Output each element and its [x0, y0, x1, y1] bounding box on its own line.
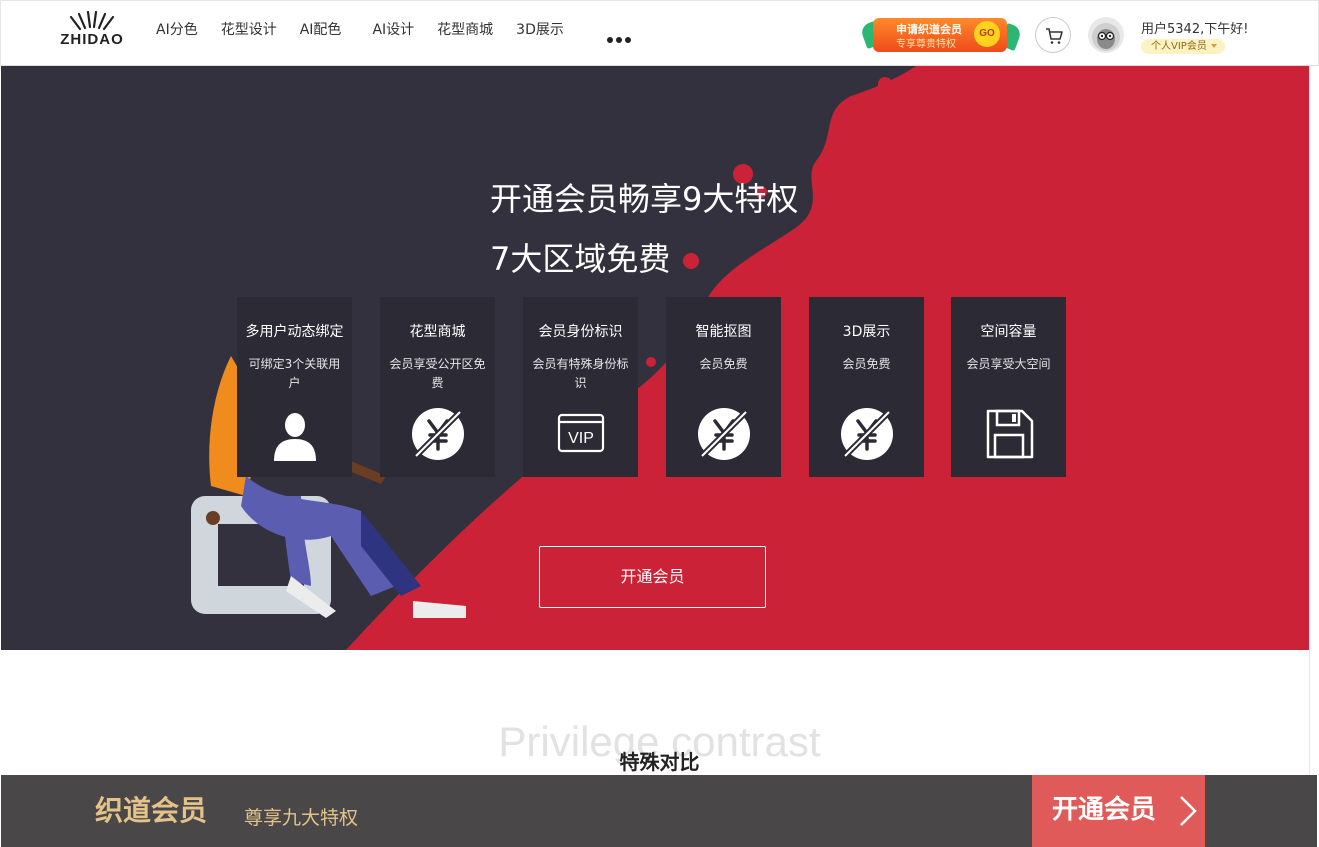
nav-3d-display[interactable]: 3D展示: [516, 19, 564, 41]
open-membership-sticky-button[interactable]: 开通会员: [1032, 775, 1205, 847]
privilege-card-smart-cutout: 智能抠图 会员免费: [666, 297, 781, 477]
card-desc: 会员享受大空间: [966, 357, 1051, 371]
caret-down-icon: [1210, 44, 1217, 48]
promo-subtitle: 专享尊贵特权: [896, 39, 956, 50]
privilege-card-member-badge: 会员身份标识 会员有特殊身份标识 VIP: [523, 297, 638, 477]
membership-sticky-bar: 织道会员 尊享九大特权 开通会员: [1, 775, 1317, 847]
page-edge: [1309, 66, 1319, 775]
cart-button[interactable]: [1035, 17, 1071, 53]
card-desc: 会员免费: [842, 357, 891, 371]
storage-icon: [986, 409, 1034, 459]
card-title: 3D展示: [842, 324, 891, 340]
nav-pattern-mall[interactable]: 花型商城: [437, 19, 493, 41]
user-icon: [274, 413, 316, 461]
logo-mark-icon: [69, 11, 115, 31]
vip-level-dropdown[interactable]: 个人VIP会员: [1141, 39, 1225, 54]
chevron-right-icon: [1180, 796, 1197, 826]
privilege-card-multi-user: 多用户动态绑定 可绑定3个关联用户: [237, 297, 352, 477]
card-title: 花型商城: [409, 324, 466, 340]
avatar[interactable]: [1088, 17, 1124, 53]
more-icon[interactable]: [607, 28, 635, 43]
membership-hero: 开通会员畅享9大特权 7大区域免费 多用户动态绑定 可绑定3个关联用户 花型商城…: [1, 66, 1309, 650]
card-title: 多用户动态绑定: [245, 324, 344, 340]
go-badge: GO: [974, 21, 1000, 47]
nav-ai-color-matching[interactable]: AI配色: [300, 19, 342, 41]
free-yuan-icon: [412, 408, 464, 460]
nav-ai-color-separation[interactable]: AI分色: [156, 19, 198, 41]
privilege-card-3d-display: 3D展示 会员免费: [809, 297, 924, 477]
vip-icon: VIP: [557, 413, 605, 453]
top-navbar: ZHIDAO AI分色 花型设计 AI配色 AI设计 花型商城 3D展示 申请织…: [0, 0, 1319, 66]
sticky-button-label: 开通会员: [1052, 795, 1157, 825]
hero-subtitle: 7大区域免费: [490, 240, 671, 278]
card-desc: 会员享受公开区免费: [389, 357, 486, 390]
card-desc: 可绑定3个关联用户: [248, 357, 341, 390]
hero-title: 开通会员畅享9大特权: [490, 180, 799, 218]
card-desc: 会员有特殊身份标识: [532, 357, 629, 390]
vip-level-label: 个人VIP会员: [1151, 41, 1207, 52]
main-nav: AI分色 花型设计 AI配色 AI设计 花型商城 3D展示: [156, 19, 587, 41]
section-title-cn: 特殊对比: [619, 750, 700, 774]
open-membership-button[interactable]: 开通会员: [539, 546, 766, 608]
nav-pattern-design[interactable]: 花型设计: [221, 19, 277, 41]
nav-ai-design[interactable]: AI设计: [372, 19, 414, 41]
user-greeting: 用户5342,下午好!: [1141, 22, 1249, 37]
cart-icon: [1046, 28, 1063, 44]
membership-tagline: 尊享九大特权: [244, 807, 359, 829]
svg-text:VIP: VIP: [568, 430, 594, 447]
apply-membership-banner[interactable]: 申请织道会员 专享尊贵特权 GO: [859, 15, 1023, 55]
card-title: 智能抠图: [695, 324, 752, 340]
privilege-card-pattern-mall: 花型商城 会员享受公开区免费: [380, 297, 495, 477]
zhidao-logo[interactable]: ZHIDAO: [53, 11, 131, 51]
card-desc: 会员免费: [699, 357, 748, 371]
privilege-card-storage: 空间容量 会员享受大空间: [951, 297, 1066, 477]
logo-text: ZHIDAO: [60, 31, 124, 48]
free-yuan-icon: [841, 408, 893, 460]
card-title: 会员身份标识: [538, 324, 623, 340]
sheep-avatar-icon: [1092, 23, 1120, 51]
card-title: 空间容量: [980, 324, 1037, 340]
free-yuan-icon: [698, 408, 750, 460]
membership-brand: 织道会员: [95, 794, 208, 827]
